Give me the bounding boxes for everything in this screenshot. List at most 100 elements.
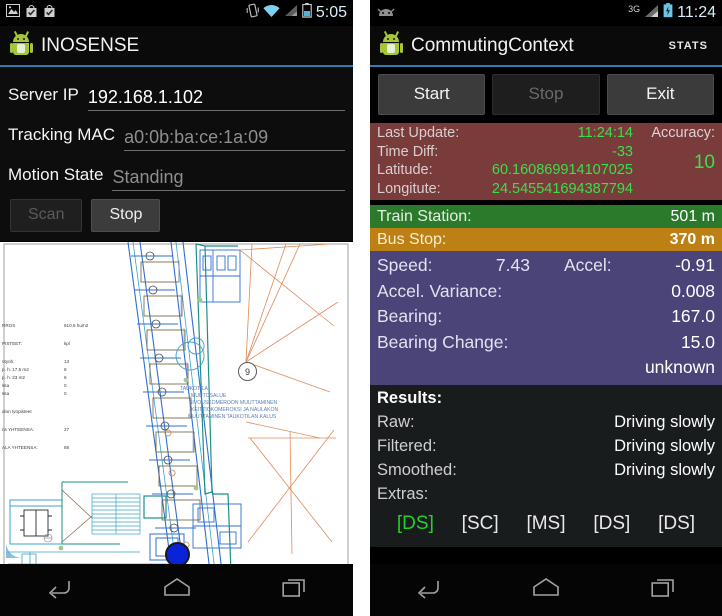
- gps-row-longitude: Longitute: 24.545541694387794: [377, 180, 633, 199]
- raw-value: Driving slowly: [614, 412, 715, 431]
- start-button[interactable]: Start: [378, 74, 486, 115]
- extras-tag-row: [DS] [SC] [MS] [DS] [DS]: [377, 506, 715, 544]
- train-station-row: Train Station: 501 m: [370, 205, 722, 228]
- gps-panel: Last Update: 11:24:14 Time Diff: -33 Lat…: [370, 123, 722, 200]
- motion-state-label: Motion State: [8, 165, 104, 184]
- right-status-bar: 3G 11:24: [370, 0, 722, 26]
- network-type-text: 3G: [628, 4, 641, 14]
- accel-label: Accel:: [563, 255, 612, 275]
- gps-row-time-diff: Time Diff: -33: [377, 143, 633, 162]
- server-ip-value: 192.168.1.102: [87, 87, 203, 108]
- legend-key: RROS: [2, 323, 16, 329]
- map-annotation-1: MUUTOSALUE: [191, 393, 227, 400]
- legend-row: p. h. 23 m2 6: [2, 374, 88, 382]
- filtered-value: Driving slowly: [614, 436, 715, 455]
- android-robot-icon: [379, 31, 403, 57]
- server-ip-label: Server IP: [8, 85, 79, 104]
- server-ip-input[interactable]: 192.168.1.102: [87, 83, 345, 111]
- android-face-icon: [376, 4, 396, 22]
- accuracy-label: Accuracy:: [651, 125, 715, 141]
- map-annotation-2: SIVOUSKOMEROON MUUTTAMINEN: [189, 400, 278, 407]
- filtered-row: Filtered: Driving slowly: [377, 434, 715, 458]
- tracking-mac-input[interactable]: a0:0b:ba:ce:1a:09: [124, 123, 345, 151]
- legend-key: p. h. 17,5 m2: [2, 367, 29, 373]
- raw-label: Raw:: [377, 412, 415, 431]
- android-robot-icon: [9, 31, 33, 57]
- legend-row: ssa 0: [2, 390, 88, 398]
- legend-value: 88: [64, 445, 70, 451]
- extras-tag: [MS]: [526, 512, 566, 534]
- scan-button[interactable]: Scan: [10, 199, 83, 233]
- scan-controls: Scan Stop: [8, 191, 345, 241]
- legend-row: p. h. 17,5 m2 8: [2, 366, 88, 374]
- legend-value: 13: [64, 359, 70, 365]
- bearing-value: 167.0: [671, 306, 715, 326]
- legend-row: ns YHTEENSA: 27: [2, 426, 88, 434]
- download-complete-icon: [25, 4, 38, 23]
- map-annotation-0: TAUKOTILA: [180, 386, 208, 393]
- legend-key: alon tyopisteet: [2, 409, 32, 415]
- motion-panel: Speed: 7.43 Accel: -0.91 Accel. Variance…: [370, 251, 722, 385]
- legend-value: 610.5 hum2: [64, 323, 89, 329]
- motion-state-input[interactable]: Standing: [112, 163, 345, 191]
- stats-action-button[interactable]: STATS: [669, 40, 712, 52]
- bearing-label: Bearing:: [377, 306, 443, 326]
- back-icon[interactable]: [46, 577, 72, 604]
- legend-value: 0: [64, 391, 67, 397]
- last-update-label: Last Update:: [377, 125, 460, 141]
- tracking-mac-label: Tracking MAC: [8, 125, 116, 144]
- results-heading-row: Results:: [377, 386, 715, 410]
- tracking-mac-row: Tracking MAC a0:0b:ba:ce:1a:09: [8, 111, 345, 151]
- legend-value: 27: [64, 427, 70, 433]
- download-complete-icon: [43, 4, 56, 23]
- smoothed-value: Driving slowly: [614, 460, 715, 479]
- extras-tag: [DS]: [593, 512, 631, 534]
- phone-right-commutingcontext: 3G 11:24 CommutingContext STATS Start St…: [370, 0, 722, 616]
- legend-row: RROS 610.5 hum2: [2, 322, 88, 330]
- legend-key: ssa: [2, 383, 10, 389]
- motion-status-row: unknown: [377, 355, 715, 381]
- tracking-mac-value: a0:0b:ba:ce:1a:09: [124, 127, 269, 148]
- speed-label: Speed:: [377, 255, 433, 275]
- last-update-value: 11:24:14: [577, 125, 633, 141]
- back-icon[interactable]: [415, 577, 441, 604]
- left-action-bar: INOSENSE: [0, 26, 353, 67]
- extras-label: Extras:: [377, 484, 429, 503]
- network-type-label: 3G: [628, 4, 640, 22]
- control-button-bar: Start Stop Exit: [370, 67, 722, 123]
- legend-value: 6: [64, 375, 67, 381]
- map-legend: RROS 610.5 hum2 PISTEET: kpl otyoh. 13 p. h…: [2, 322, 88, 452]
- recents-icon[interactable]: [281, 577, 308, 604]
- stop-button[interactable]: Stop: [492, 74, 600, 115]
- motion-state-value: Standing: [112, 167, 184, 188]
- speed-accel-row: Speed: 7.43 Accel: -0.91: [377, 253, 715, 279]
- battery-icon: [302, 3, 312, 23]
- speed-value: 7.43: [495, 255, 530, 275]
- train-station-value: 501 m: [670, 208, 715, 225]
- floor-plan-map[interactable]: 9 TAUKOTILA MUUTOSALUE SIVOUSKOMEROON MU…: [0, 241, 353, 572]
- legend-key: ssa: [2, 391, 10, 397]
- gps-row-last-update: Last Update: 11:24:14: [377, 124, 633, 143]
- legend-value: 0: [64, 383, 67, 389]
- phone-left-inosense: 5:05 INOSENSE Server IP 192.168.1.102 Tr…: [0, 0, 353, 616]
- smoothed-row: Smoothed: Driving slowly: [377, 458, 715, 482]
- legend-row: ALA YHTEENSA: 88: [2, 444, 88, 452]
- stop-button[interactable]: Stop: [91, 199, 161, 233]
- legend-row: PISTEET: kpl: [2, 340, 88, 348]
- motion-state-row: Motion State Standing: [8, 151, 345, 191]
- connection-form: Server IP 192.168.1.102 Tracking MAC a0:…: [0, 67, 353, 242]
- signal-icon: [644, 4, 659, 23]
- bearing-change-label: Bearing Change:: [377, 331, 509, 352]
- home-icon[interactable]: [532, 577, 560, 604]
- exit-button[interactable]: Exit: [606, 74, 714, 115]
- legend-value: kpl: [64, 341, 70, 347]
- map-annotation-3: KEITTIOKOMEROKSI JA NAULAKON: [191, 407, 279, 414]
- home-icon[interactable]: [163, 577, 191, 604]
- results-heading: Results:: [377, 388, 443, 407]
- legend-key: ns YHTEENSA:: [2, 427, 35, 433]
- extras-tag: [SC]: [461, 512, 499, 534]
- bearing-change-row: Bearing Change: 15.0: [377, 330, 715, 356]
- accel-variance-value: 0.008: [671, 280, 715, 301]
- recents-icon[interactable]: [651, 577, 677, 604]
- filtered-label: Filtered:: [377, 436, 437, 455]
